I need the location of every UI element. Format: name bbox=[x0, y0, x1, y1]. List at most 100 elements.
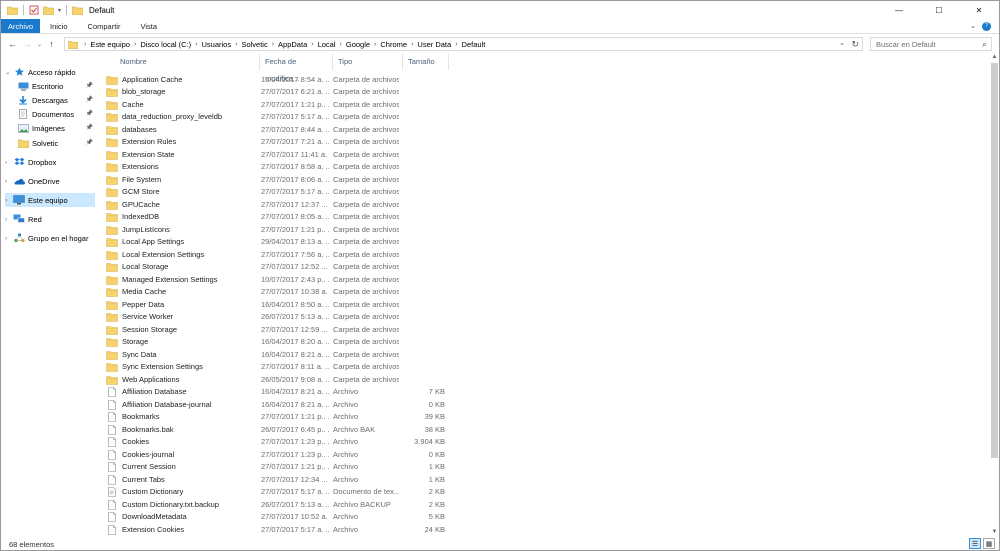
chevron-right-icon[interactable]: › bbox=[134, 41, 136, 48]
table-row[interactable]: GCM Store 27/07/2017 5:17 a. ... Carpeta d… bbox=[102, 186, 988, 199]
scroll-up-button[interactable]: ▲ bbox=[990, 53, 999, 62]
chevron-right-icon[interactable]: › bbox=[5, 178, 13, 185]
table-row[interactable]: Affiliation Database-journal 16/04/2017 8… bbox=[102, 399, 988, 412]
forward-button[interactable]: → bbox=[20, 36, 35, 52]
folder-icon[interactable] bbox=[7, 6, 18, 15]
breadcrumb-item[interactable]: Disco local (C:) bbox=[140, 40, 191, 49]
table-row[interactable]: Bookmarks.bak 26/07/2017 6:45 p.. ... Arch… bbox=[102, 424, 988, 437]
table-row[interactable]: Bookmarks 27/07/2017 1:21 p.. ... Archivo 3… bbox=[102, 411, 988, 424]
table-row[interactable]: Managed Extension Settings 10/07/2017 2:4… bbox=[102, 274, 988, 287]
table-row[interactable]: Pepper Data 16/04/2017 8:50 a. ... Carpeta… bbox=[102, 299, 988, 312]
chevron-right-icon[interactable]: › bbox=[195, 41, 197, 48]
refresh-icon[interactable]: ↻ bbox=[851, 38, 859, 50]
column-header-type[interactable]: Tipo bbox=[333, 53, 403, 70]
table-row[interactable]: Web Applications 26/05/2017 9:08 a. ... Ca… bbox=[102, 374, 988, 387]
scroll-down-button[interactable]: ▼ bbox=[990, 528, 999, 537]
tab-archivo[interactable]: Archivo bbox=[1, 19, 41, 33]
chevron-down-icon[interactable]: ⌄ bbox=[970, 22, 976, 30]
table-row[interactable]: Media Cache 27/07/2017 10:38 a. ... Carpet… bbox=[102, 286, 988, 299]
sidebar-item-onedrive[interactable]: › OneDrive bbox=[5, 174, 95, 188]
sidebar-item-solvetic[interactable]: Solvetic 📌 bbox=[5, 136, 95, 150]
table-row[interactable]: Cookies-journal 27/07/2017 1:23 p.. ... Ar… bbox=[102, 449, 988, 462]
chevron-right-icon[interactable]: › bbox=[411, 41, 413, 48]
table-row[interactable]: IndexedDB 27/07/2017 8:05 a. ... Carpeta d… bbox=[102, 211, 988, 224]
breadcrumb-item[interactable]: AppData bbox=[278, 40, 307, 49]
column-header-name[interactable]: Nombre bbox=[115, 53, 260, 70]
address-bar[interactable]: › Este equipo › Disco local (C:) › Usuarios ›… bbox=[64, 37, 863, 51]
chevron-down-icon[interactable]: ▾ bbox=[58, 7, 61, 14]
up-button[interactable]: ↑ bbox=[44, 36, 59, 52]
sidebar-item-imágenes[interactable]: Imágenes 📌 bbox=[5, 121, 95, 135]
chevron-right-icon[interactable]: › bbox=[84, 41, 86, 48]
close-button[interactable]: ✕ bbox=[959, 1, 999, 19]
help-icon[interactable]: ? bbox=[982, 21, 991, 31]
sidebar-item-descargas[interactable]: Descargas 📌 bbox=[5, 93, 95, 107]
table-row[interactable]: Current Session 27/07/2017 1:21 p.. ... Ar… bbox=[102, 461, 988, 474]
sidebar-item-este-equipo[interactable]: › Este equipo bbox=[5, 193, 95, 207]
chevron-right-icon[interactable]: › bbox=[235, 41, 237, 48]
table-row[interactable]: Local Storage 27/07/2017 12:52 ... Carpeta… bbox=[102, 261, 988, 274]
minimize-button[interactable]: — bbox=[879, 1, 919, 19]
search-input[interactable]: Buscar en Default ⌕ bbox=[870, 37, 992, 51]
table-row[interactable]: Local Extension Settings 27/07/2017 7:56 … bbox=[102, 249, 988, 262]
table-row[interactable]: Service Worker 26/07/2017 5:13 a. ... Carp… bbox=[102, 311, 988, 324]
table-row[interactable]: Sync Extension Settings 27/07/2017 8:11 a… bbox=[102, 361, 988, 374]
chevron-right-icon[interactable]: › bbox=[340, 41, 342, 48]
table-row[interactable]: GPUCache 27/07/2017 12:37 ... Carpeta de a… bbox=[102, 199, 988, 212]
table-row[interactable]: blob_storage 27/07/2017 6:21 a. ... Carpet… bbox=[102, 86, 988, 99]
chevron-down-icon[interactable]: ⌄ bbox=[5, 68, 13, 76]
sidebar-item-dropbox[interactable]: › Dropbox bbox=[5, 155, 95, 169]
table-row[interactable]: Extension Rules 27/07/2017 7:21 a. ... Car… bbox=[102, 136, 988, 149]
chevron-right-icon[interactable]: › bbox=[455, 41, 457, 48]
tab-inicio[interactable]: Inicio bbox=[40, 19, 78, 33]
breadcrumb-item[interactable]: Solvetic bbox=[241, 40, 267, 49]
breadcrumb-item[interactable]: Google bbox=[346, 40, 370, 49]
chevron-right-icon[interactable]: › bbox=[374, 41, 376, 48]
table-row[interactable]: Extension State 27/07/2017 11:41 a. ... Ca… bbox=[102, 149, 988, 162]
table-row[interactable]: Custom Dictionary 27/07/2017 5:17 a. ... D… bbox=[102, 486, 988, 499]
table-row[interactable]: File System 27/07/2017 8:06 a. ... Carpeta… bbox=[102, 174, 988, 187]
table-row[interactable]: Custom Dictionary.txt.backup 26/07/2017 5… bbox=[102, 499, 988, 512]
table-row[interactable]: Extension Cookies 27/07/2017 5:17 a. ... A… bbox=[102, 524, 988, 537]
table-row[interactable]: Storage 16/04/2017 8:20 a. ... Carpeta de … bbox=[102, 336, 988, 349]
table-row[interactable]: Extensions 27/07/2017 8:58 a. ... Carpeta … bbox=[102, 161, 988, 174]
chevron-right-icon[interactable]: › bbox=[5, 197, 13, 204]
vertical-scrollbar[interactable]: ▲ ▼ bbox=[990, 53, 999, 537]
sidebar-item-documentos[interactable]: Documentos 📌 bbox=[5, 107, 95, 121]
table-row[interactable]: Cookies 27/07/2017 1:23 p.. ... Archivo 3.9… bbox=[102, 436, 988, 449]
column-header-date[interactable]: Fecha de modifica... bbox=[260, 53, 333, 83]
column-header-size[interactable]: Tamaño bbox=[403, 53, 449, 70]
table-row[interactable]: JumpListIcons 27/07/2017 1:21 p.. ... Carp… bbox=[102, 224, 988, 237]
table-row[interactable]: Current Tabs 27/07/2017 12:34 ... Archivo 1… bbox=[102, 474, 988, 487]
chevron-right-icon[interactable]: › bbox=[311, 41, 313, 48]
table-row[interactable]: DownloadMetadata 27/07/2017 10:52 a. ... A… bbox=[102, 511, 988, 524]
table-row[interactable]: Local App Settings 29/04/2017 8:13 a. ...… bbox=[102, 236, 988, 249]
tab-compartir[interactable]: Compartir bbox=[78, 19, 131, 33]
properties-icon[interactable] bbox=[29, 5, 39, 15]
new-folder-icon[interactable] bbox=[43, 6, 54, 15]
breadcrumb-item[interactable]: Usuarios bbox=[202, 40, 232, 49]
breadcrumb-item[interactable]: Local bbox=[318, 40, 336, 49]
details-view-button[interactable]: ☰ bbox=[969, 538, 981, 549]
breadcrumb-item[interactable]: Default bbox=[462, 40, 486, 49]
chevron-right-icon[interactable]: › bbox=[5, 216, 13, 223]
table-row[interactable]: Affiliation Database 16/04/2017 8:21 a. .… bbox=[102, 386, 988, 399]
table-row[interactable]: Application Cache 16/04/2017 8:54 a. ... C… bbox=[102, 74, 988, 87]
back-button[interactable]: ← bbox=[5, 36, 20, 52]
chevron-right-icon[interactable]: › bbox=[5, 159, 13, 166]
sidebar-item-escritorio[interactable]: Escritorio 📌 bbox=[5, 79, 95, 93]
maximize-button[interactable]: ☐ bbox=[919, 1, 959, 19]
breadcrumb-item[interactable]: Este equipo bbox=[90, 40, 130, 49]
table-row[interactable]: Sync Data 16/04/2017 8:21 a. ... Carpeta d… bbox=[102, 349, 988, 362]
sidebar-item-acceso-rápido[interactable]: ⌄ Acceso rápido bbox=[5, 65, 95, 79]
sidebar-item-grupo-en-el-hogar[interactable]: › Grupo en el hogar bbox=[5, 231, 95, 245]
chevron-right-icon[interactable]: › bbox=[5, 235, 13, 242]
table-row[interactable]: databases 27/07/2017 8:44 a. ... Carpeta d… bbox=[102, 124, 988, 137]
table-row[interactable]: Session Storage 27/07/2017 12:59 ... Carpe… bbox=[102, 324, 988, 337]
breadcrumb-item[interactable]: User Data bbox=[417, 40, 451, 49]
large-icons-view-button[interactable]: ▦ bbox=[983, 538, 995, 549]
scroll-thumb[interactable] bbox=[991, 63, 998, 458]
chevron-right-icon[interactable]: › bbox=[272, 41, 274, 48]
recent-locations-button[interactable]: ⌄ bbox=[35, 36, 44, 52]
table-row[interactable]: data_reduction_proxy_leveldb 27/07/2017 5… bbox=[102, 111, 988, 124]
